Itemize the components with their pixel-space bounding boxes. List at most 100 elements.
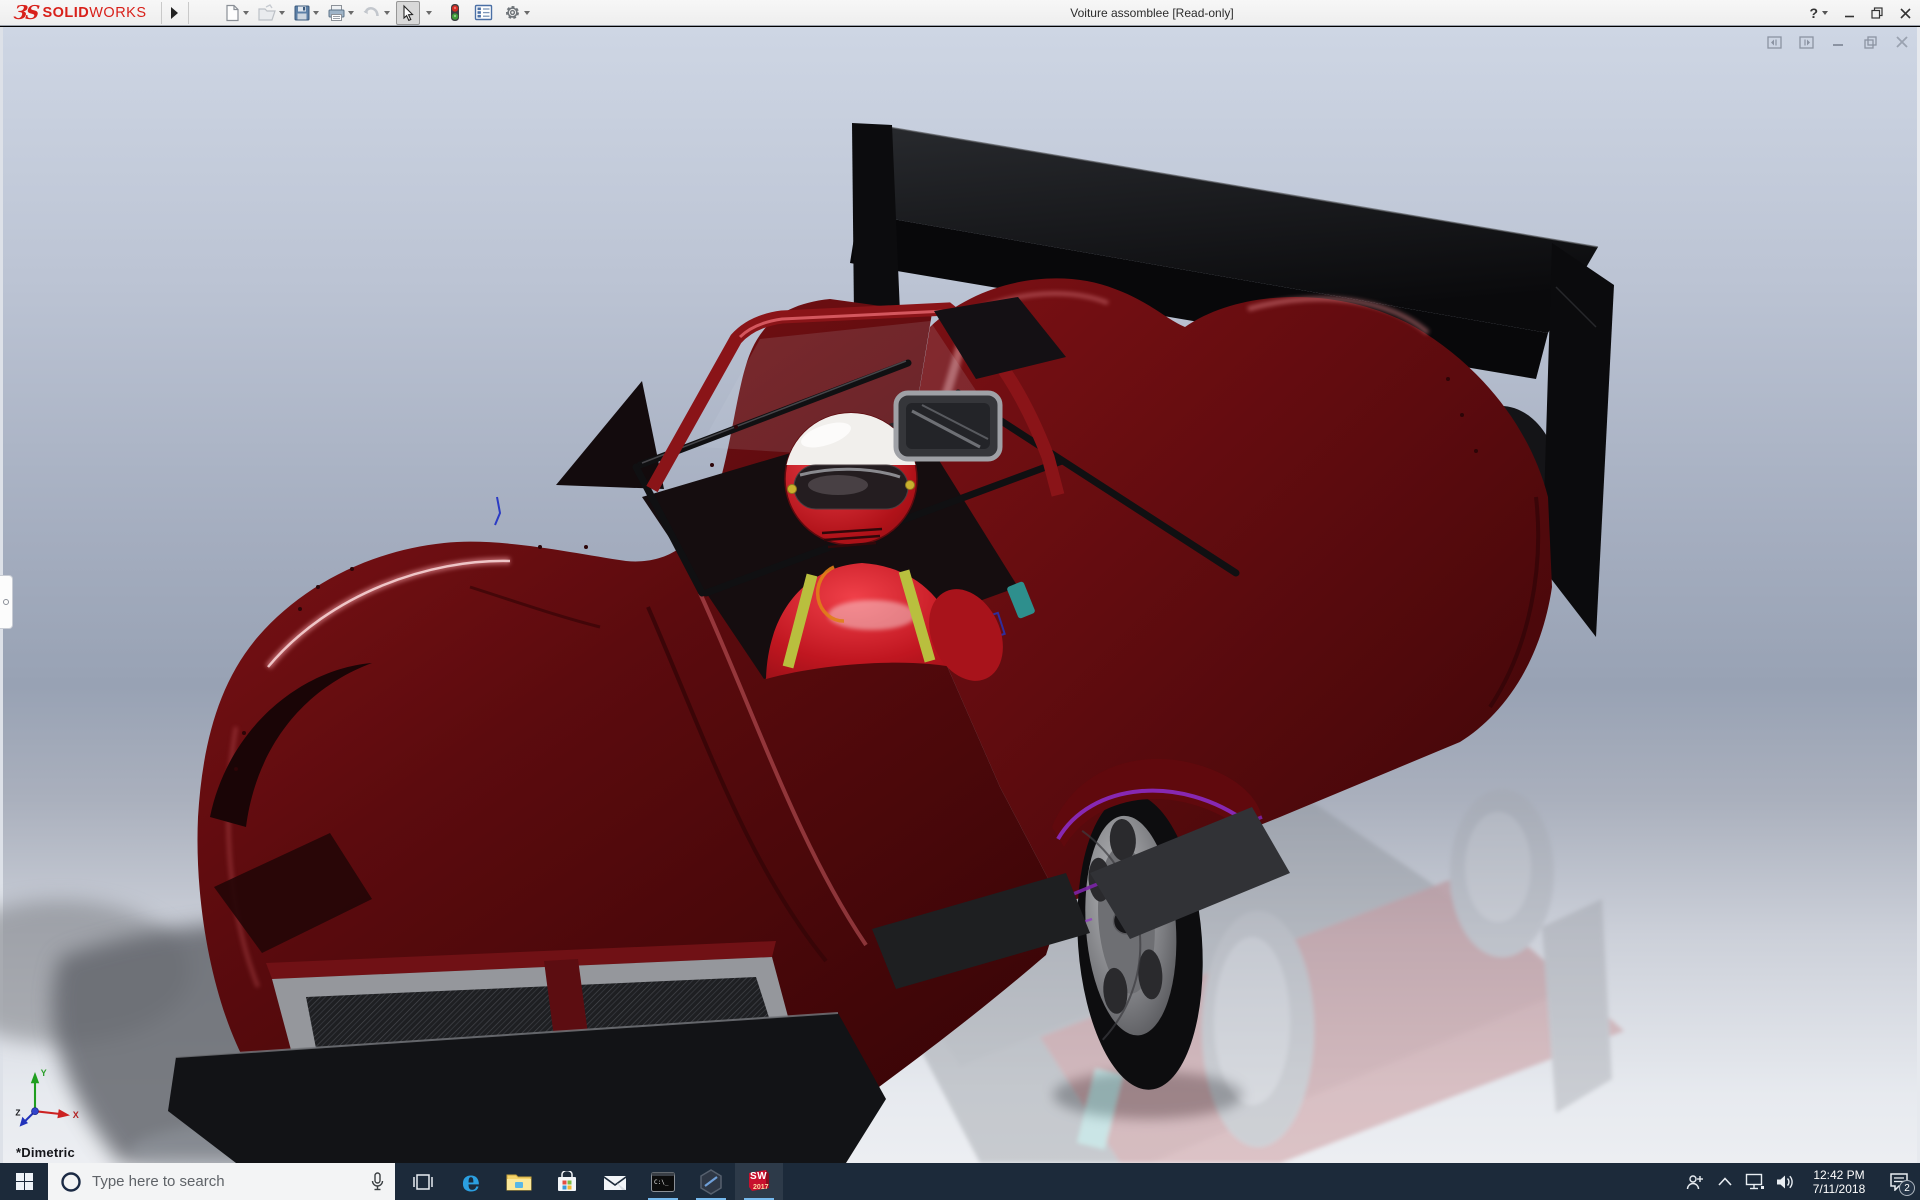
mail-icon bbox=[603, 1173, 627, 1191]
taskbar-hexagon-app-button[interactable] bbox=[687, 1163, 735, 1200]
search-placeholder-text: Type here to search bbox=[92, 1173, 360, 1190]
sw-year: 2017 bbox=[753, 1184, 769, 1191]
panel-previous-button[interactable] bbox=[1766, 35, 1782, 49]
screen: ЗS SOLID WORKS bbox=[0, 0, 1920, 1200]
3d-model-scene[interactable] bbox=[0, 27, 1920, 1163]
cortana-circle-icon bbox=[60, 1171, 82, 1193]
doc-minimize-icon bbox=[1832, 36, 1844, 48]
dropdown-caret[interactable] bbox=[424, 1, 434, 25]
dropdown-caret[interactable] bbox=[346, 1, 356, 25]
restore-button[interactable] bbox=[1870, 6, 1884, 20]
reference-triad: Y X Z bbox=[14, 1063, 84, 1137]
taskbar-app-icons: e bbox=[399, 1163, 783, 1200]
taskbar-search[interactable]: Type here to search bbox=[48, 1163, 395, 1200]
stoplight-icon bbox=[448, 3, 462, 22]
sw-label: SW bbox=[750, 1171, 767, 1182]
solidworks-logo: ЗS SOLID WORKS bbox=[0, 0, 157, 26]
dropdown-caret[interactable] bbox=[241, 1, 251, 25]
taskbar-mail-button[interactable] bbox=[591, 1163, 639, 1200]
action-center-button[interactable]: 2 bbox=[1878, 1163, 1920, 1200]
expand-dot-icon bbox=[3, 599, 9, 605]
help-button[interactable]: ? bbox=[1809, 5, 1828, 21]
hexagon-app-icon bbox=[699, 1169, 723, 1195]
doc-close-button[interactable] bbox=[1894, 35, 1910, 49]
display-pane-button[interactable] bbox=[472, 1, 495, 25]
solidworks-2017-icon: SW 2017 bbox=[746, 1168, 772, 1195]
logo-text-solid: SOLID bbox=[42, 5, 89, 21]
taskbar-clock[interactable]: 12:42 PM 7/11/2018 bbox=[1800, 1167, 1878, 1196]
titlebar: ЗS SOLID WORKS bbox=[0, 0, 1920, 26]
panel-next-icon bbox=[1799, 36, 1814, 49]
hidden-icons-chevron[interactable] bbox=[1710, 1163, 1740, 1200]
triad-y-label: Y bbox=[41, 1068, 47, 1078]
select-tool-caret[interactable] bbox=[422, 1, 436, 25]
network-icon[interactable] bbox=[1740, 1163, 1770, 1200]
notification-badge: 2 bbox=[1899, 1180, 1915, 1196]
taskbar-edge-button[interactable]: e bbox=[447, 1163, 495, 1200]
command-prompt-icon: C:\_ bbox=[651, 1172, 675, 1192]
new-document-icon bbox=[223, 4, 241, 22]
left-mirror-winglet bbox=[556, 381, 664, 489]
taskbar-solidworks-button[interactable]: SW 2017 bbox=[735, 1163, 783, 1200]
minimize-icon bbox=[1844, 8, 1855, 19]
windows-taskbar: Type here to search e bbox=[0, 1163, 1920, 1200]
doc-restore-icon bbox=[1864, 36, 1877, 49]
close-button[interactable] bbox=[1898, 6, 1912, 20]
graphics-viewport[interactable]: Y X Z *Dimetric bbox=[0, 27, 1920, 1163]
people-icon[interactable] bbox=[1680, 1163, 1710, 1200]
dropdown-caret[interactable] bbox=[382, 1, 392, 25]
save-icon bbox=[293, 4, 311, 22]
doc-close-icon bbox=[1896, 36, 1908, 48]
start-button[interactable] bbox=[0, 1163, 48, 1200]
doc-minimize-button[interactable] bbox=[1830, 35, 1846, 49]
microphone-icon[interactable] bbox=[370, 1172, 385, 1192]
taskbar-file-explorer-button[interactable] bbox=[495, 1163, 543, 1200]
triad-x-label: X bbox=[73, 1110, 79, 1120]
restore-icon bbox=[1871, 7, 1883, 19]
clock-date: 7/11/2018 bbox=[1800, 1182, 1878, 1196]
cmd-prompt-text: C:\_ bbox=[654, 1179, 669, 1186]
solidworks-logo-mark: ЗS bbox=[12, 2, 39, 24]
triad-z-label: Z bbox=[15, 1107, 20, 1117]
windows-logo-icon bbox=[16, 1173, 33, 1190]
standard-toolbar bbox=[221, 1, 534, 25]
triad-x-arrow bbox=[57, 1109, 70, 1118]
select-tool-button[interactable] bbox=[396, 1, 420, 25]
document-title: Voiture assomblee [Read-only] bbox=[1070, 0, 1233, 26]
print-button[interactable] bbox=[325, 1, 358, 25]
microsoft-store-icon bbox=[556, 1171, 578, 1193]
help-label: ? bbox=[1809, 5, 1818, 21]
taskbar-store-button[interactable] bbox=[543, 1163, 591, 1200]
feature-manager-collapsed-tab[interactable] bbox=[0, 575, 13, 629]
document-window-controls bbox=[1766, 35, 1910, 49]
dropdown-caret[interactable] bbox=[277, 1, 287, 25]
undo-button[interactable] bbox=[360, 1, 394, 25]
rear-view-mirror bbox=[896, 393, 1000, 459]
options-button[interactable] bbox=[501, 1, 534, 25]
minimize-button[interactable] bbox=[1842, 6, 1856, 20]
task-view-button[interactable] bbox=[399, 1163, 447, 1200]
save-button[interactable] bbox=[291, 1, 323, 25]
triad-y-arrow bbox=[31, 1072, 39, 1083]
system-tray: 12:42 PM 7/11/2018 2 bbox=[1680, 1163, 1920, 1200]
gear-icon bbox=[503, 3, 522, 22]
panel-next-button[interactable] bbox=[1798, 35, 1814, 49]
volume-icon[interactable] bbox=[1770, 1163, 1800, 1200]
window-controls: ? bbox=[1809, 0, 1912, 26]
new-document-button[interactable] bbox=[221, 1, 253, 25]
dropdown-caret[interactable] bbox=[1822, 11, 1828, 15]
task-view-icon bbox=[413, 1173, 433, 1191]
doc-restore-button[interactable] bbox=[1862, 35, 1878, 49]
print-icon bbox=[327, 4, 346, 22]
taskbar-command-prompt-button[interactable]: C:\_ bbox=[639, 1163, 687, 1200]
file-explorer-icon bbox=[506, 1171, 532, 1192]
view-orientation-label: *Dimetric bbox=[16, 1145, 75, 1160]
dropdown-caret[interactable] bbox=[522, 1, 532, 25]
rebuild-button[interactable] bbox=[446, 1, 464, 25]
close-icon bbox=[1900, 8, 1911, 19]
open-button[interactable] bbox=[255, 1, 289, 25]
select-cursor-icon bbox=[399, 4, 417, 22]
separator bbox=[188, 2, 189, 24]
dropdown-caret[interactable] bbox=[311, 1, 321, 25]
menu-flyout-arrow[interactable] bbox=[166, 2, 184, 24]
